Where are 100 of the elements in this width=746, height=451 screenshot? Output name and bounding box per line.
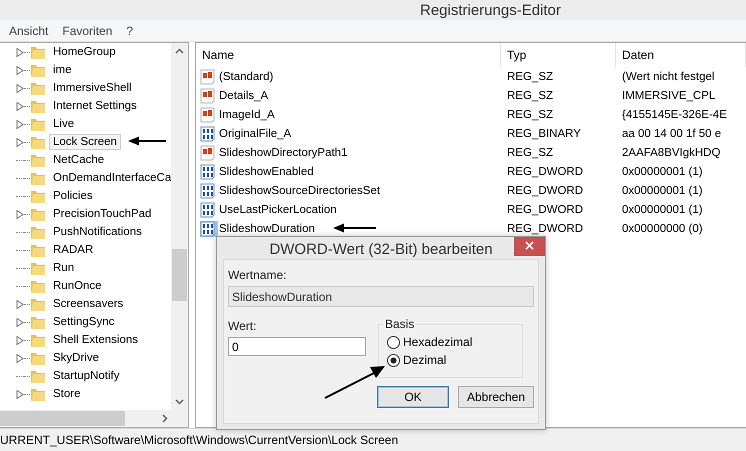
horizontal-scrollbar[interactable] [0, 410, 188, 427]
tree-item[interactable]: RunOnce [49, 278, 106, 294]
scroll-thumb[interactable] [172, 249, 187, 301]
folder-icon [30, 242, 46, 258]
tree-item[interactable]: RADAR [49, 242, 98, 258]
folder-icon [30, 278, 46, 294]
value-name[interactable]: ImageId_A [218, 108, 276, 122]
folder-icon [30, 44, 46, 60]
column-header[interactable]: Name [196, 43, 501, 67]
expand-icon[interactable] [16, 300, 24, 308]
tree-item[interactable]: SkyDrive [49, 350, 104, 366]
value-name[interactable]: Details_A [218, 88, 270, 102]
tree-item[interactable]: Store [49, 386, 84, 402]
radio-button[interactable] [387, 336, 400, 348]
scroll-right-icon[interactable] [162, 414, 168, 423]
binary-value-icon [200, 164, 216, 180]
folder-icon [30, 188, 46, 204]
tree-item[interactable]: Live [49, 116, 78, 132]
value-name[interactable]: (Standard) [218, 70, 274, 84]
menu-item[interactable]: Favoriten [57, 22, 118, 40]
table-cell-text: 2AAFA8BVIgkHDQ [621, 146, 722, 158]
tree-item[interactable]: PrecisionTouchPad [49, 206, 156, 222]
expand-icon[interactable] [16, 120, 24, 128]
expand-icon[interactable] [16, 48, 24, 56]
vertical-scrollbar[interactable] [171, 43, 188, 410]
tree-item[interactable]: Run [49, 260, 78, 276]
folder-icon [30, 98, 46, 114]
table-cell-text: REG_SZ [506, 108, 554, 120]
column-header[interactable]: Daten [616, 43, 746, 67]
table-cell-text: REG_BINARY [506, 128, 582, 140]
tree-item[interactable]: ImmersiveShell [49, 80, 136, 96]
string-value-icon [200, 144, 216, 160]
expand-icon[interactable] [16, 210, 24, 218]
value-name[interactable]: SlideshowEnabled [218, 164, 315, 178]
folder-icon [30, 314, 46, 330]
annotation-arrow [333, 223, 376, 233]
table-cell-text: REG_SZ [506, 70, 554, 82]
radio-label[interactable]: Dezimal [403, 353, 446, 367]
expand-icon[interactable] [16, 66, 24, 74]
folder-icon [30, 368, 46, 384]
table-cell-text: IMMERSIVE_CPL [621, 90, 716, 102]
menu-item[interactable]: ? [121, 22, 138, 40]
column-header[interactable]: Typ [501, 43, 616, 67]
expand-icon[interactable] [16, 138, 24, 146]
radio-label[interactable]: Hexadezimal [403, 335, 472, 349]
string-value-icon [200, 106, 216, 122]
folder-icon [30, 62, 46, 78]
folder-icon [30, 332, 46, 348]
value-name[interactable]: SlideshowSourceDirectoriesSet [218, 184, 382, 198]
expand-icon[interactable] [16, 84, 24, 92]
table-cell-text: REG_DWORD [506, 204, 584, 216]
string-value-icon [200, 68, 216, 84]
expand-icon[interactable] [16, 318, 24, 326]
expand-icon[interactable] [16, 102, 24, 110]
binary-value-icon [200, 182, 216, 198]
menu-item[interactable]: Ansicht [4, 22, 54, 40]
window-title: Registrierungs-Editor [420, 2, 561, 18]
scroll-thumb[interactable] [0, 411, 125, 426]
scroll-up-icon[interactable] [175, 48, 184, 54]
folder-icon [30, 80, 46, 96]
string-value-icon [200, 88, 216, 104]
close-button[interactable]: × [514, 237, 545, 256]
value-field[interactable]: 0 [228, 337, 366, 356]
field-label: Wertname: [228, 268, 288, 282]
scroll-down-icon[interactable] [175, 399, 184, 405]
dialog-button[interactable]: OK [377, 386, 449, 408]
dialog-button[interactable]: Abbrechen [458, 386, 534, 408]
table-cell-text: 0x00000001 (1) [621, 184, 704, 196]
value-name[interactable]: UseLastPickerLocation [218, 202, 338, 216]
tree-item[interactable]: NetCache [49, 152, 108, 168]
binary-value-icon [200, 220, 216, 236]
binary-value-icon [200, 126, 216, 142]
tree-item[interactable]: Screensavers [49, 296, 128, 312]
tree-item[interactable]: SettingSync [49, 314, 118, 330]
expand-icon[interactable] [16, 390, 24, 398]
tree-item[interactable]: Shell Extensions [49, 332, 142, 348]
tree-item[interactable]: StartupNotify [49, 368, 124, 384]
tree-item[interactable]: HomeGroup [49, 44, 120, 60]
radio-button[interactable] [387, 354, 400, 366]
value-name[interactable]: SlideshowDuration [218, 222, 316, 236]
tree-item[interactable]: PushNotifications [49, 224, 146, 240]
name-field[interactable]: SlideshowDuration [228, 286, 534, 307]
table-cell-text: 0x00000001 (1) [621, 166, 704, 178]
value-name[interactable]: OriginalFile_A [218, 126, 292, 140]
expand-icon[interactable] [16, 336, 24, 344]
tree-item[interactable]: OnDemandInterfaceCa [49, 170, 171, 186]
folder-icon [30, 170, 46, 186]
tree-item[interactable]: Lock Screen [49, 134, 121, 150]
folder-icon [30, 386, 46, 402]
tree-item[interactable]: Internet Settings [49, 98, 141, 114]
value-name[interactable]: SlideshowDirectoryPath1 [218, 146, 348, 160]
tree-item[interactable]: Policies [49, 188, 97, 204]
binary-value-icon [200, 202, 216, 218]
tree-item[interactable]: ime [49, 62, 76, 78]
table-cell-text: 0x00000000 (0) [621, 222, 704, 234]
status-path: URRENT_USER\Software\Microsoft\Windows\CurrentVersion\Lock Screen [0, 433, 398, 447]
folder-icon [30, 152, 46, 168]
field-label: Wert: [228, 319, 258, 333]
expand-icon[interactable] [16, 354, 24, 362]
table-cell-text: (Wert nicht festgel [621, 70, 716, 82]
